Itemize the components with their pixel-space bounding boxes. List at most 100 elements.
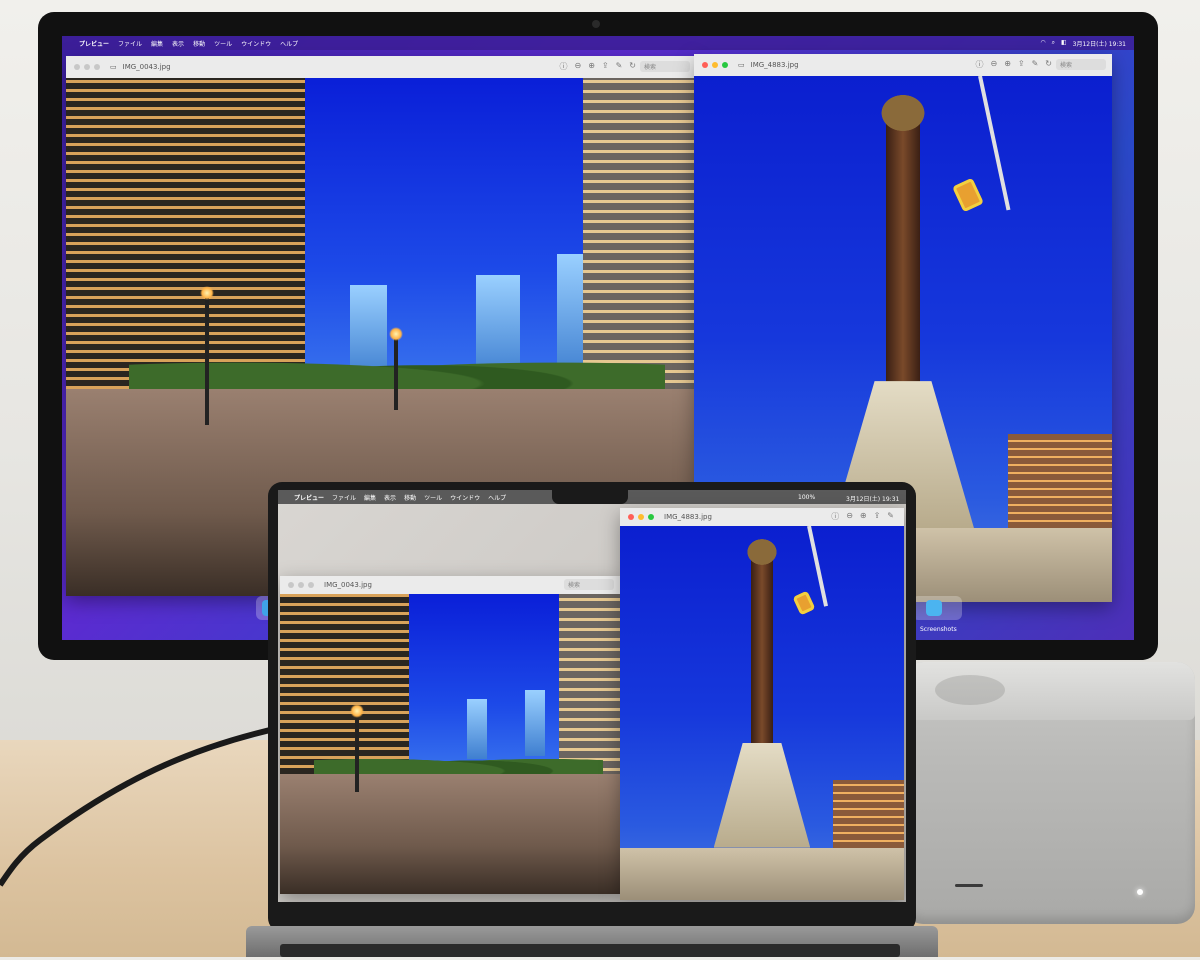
traffic-lights bbox=[702, 62, 728, 68]
menu-view[interactable]: 表示 bbox=[172, 39, 184, 48]
zoom-in-icon[interactable]: ⊕ bbox=[1004, 59, 1011, 70]
menu-help[interactable]: ヘルプ bbox=[488, 493, 506, 502]
info-icon[interactable]: ⓘ bbox=[831, 511, 839, 522]
column bbox=[750, 555, 774, 751]
column bbox=[886, 118, 920, 392]
menu-window[interactable]: ウインドウ bbox=[450, 493, 480, 502]
markup-icon[interactable]: ✎ bbox=[616, 61, 623, 72]
folder-icon[interactable] bbox=[926, 600, 942, 616]
search-placeholder: 検索 bbox=[568, 582, 581, 589]
statue bbox=[877, 91, 929, 134]
traffic-lights bbox=[74, 64, 100, 70]
close-button[interactable] bbox=[702, 62, 708, 68]
clock[interactable]: 3月12日(土) 19:31 bbox=[846, 494, 899, 503]
search-field[interactable]: 検索 bbox=[640, 61, 690, 72]
menu-preview[interactable]: プレビュー bbox=[294, 493, 324, 502]
menu-view[interactable]: 表示 bbox=[384, 493, 396, 502]
clock[interactable]: 3月12日(土) 19:31 bbox=[1073, 39, 1126, 48]
menu-file[interactable]: ファイル bbox=[332, 493, 356, 502]
menu-go[interactable]: 移動 bbox=[404, 493, 416, 502]
share-icon[interactable]: ⇪ bbox=[1018, 59, 1025, 70]
search-field[interactable]: 検索 bbox=[564, 579, 614, 590]
search-field[interactable]: 検索 bbox=[1056, 59, 1106, 70]
menu-edit[interactable]: 編集 bbox=[364, 493, 376, 502]
camera-icon bbox=[592, 20, 600, 28]
menu-window[interactable]: ウインドウ bbox=[241, 39, 271, 48]
power-led bbox=[1137, 889, 1143, 895]
battery-level[interactable]: 100% bbox=[798, 494, 815, 501]
minimize-button[interactable] bbox=[298, 582, 304, 588]
menu-file[interactable]: ファイル bbox=[118, 39, 142, 48]
menu-tools[interactable]: ツール bbox=[214, 39, 232, 48]
toolbar: ⓘ ⊖ ⊕ ⇪ ✎ bbox=[831, 511, 894, 522]
info-icon[interactable]: ⓘ bbox=[559, 61, 567, 72]
search-placeholder: 検索 bbox=[1060, 62, 1073, 69]
window-titlebar[interactable]: ▭ IMG_4883.jpg ⓘ ⊖ ⊕ ⇪ ✎ ↻ 検索 bbox=[694, 54, 1112, 77]
building-background bbox=[1007, 433, 1112, 529]
menu-bar: プレビュー ファイル 編集 表示 移動 ツール ウインドウ ヘルプ ◠ ⌕ ◧ … bbox=[62, 36, 1134, 50]
desktop-icon-label[interactable]: Screenshots bbox=[920, 626, 957, 633]
sidebar-icon[interactable]: ▭ bbox=[110, 63, 117, 71]
share-icon[interactable]: ⇪ bbox=[874, 511, 881, 522]
sd-slot bbox=[955, 884, 983, 887]
keyboard bbox=[280, 944, 900, 957]
dock-right bbox=[912, 596, 962, 620]
status-area: ◠ ⌕ ◧ 3月12日(土) 19:31 bbox=[1040, 39, 1126, 48]
building-background bbox=[833, 780, 904, 848]
plaza bbox=[620, 847, 904, 900]
sidebar-icon[interactable]: ▭ bbox=[738, 61, 745, 69]
statue-photo bbox=[620, 526, 904, 900]
toolbar: ⓘ ⊖ ⊕ ⇪ ✎ ↻ bbox=[559, 61, 636, 72]
menu-tools[interactable]: ツール bbox=[424, 493, 442, 502]
info-icon[interactable]: ⓘ bbox=[975, 59, 983, 70]
zoom-button[interactable] bbox=[94, 64, 100, 70]
share-icon[interactable]: ⇪ bbox=[602, 61, 609, 72]
zoom-button[interactable] bbox=[308, 582, 314, 588]
preview-window-street[interactable]: IMG_0043.jpg 検索 bbox=[280, 576, 620, 894]
rotate-icon[interactable]: ↻ bbox=[629, 61, 636, 72]
zoom-out-icon[interactable]: ⊖ bbox=[990, 59, 997, 70]
menu-preview[interactable]: プレビュー bbox=[79, 39, 109, 48]
menu-edit[interactable]: 編集 bbox=[151, 39, 163, 48]
zoom-button[interactable] bbox=[722, 62, 728, 68]
street-lamp bbox=[388, 327, 403, 410]
markup-icon[interactable]: ✎ bbox=[1032, 59, 1039, 70]
laptop-screen: プレビュー ファイル 編集 表示 移動 ツール ウインドウ ヘルプ 100% 3… bbox=[278, 490, 906, 902]
zoom-out-icon[interactable]: ⊖ bbox=[574, 61, 581, 72]
minimize-button[interactable] bbox=[84, 64, 90, 70]
traffic-lights bbox=[628, 514, 654, 520]
traffic-lights bbox=[288, 582, 314, 588]
window-titlebar[interactable]: ▭ IMG_0043.jpg ⓘ ⊖ ⊕ ⇪ ✎ ↻ 検索 bbox=[66, 56, 696, 79]
window-title: IMG_4883.jpg bbox=[664, 513, 712, 521]
menu-go[interactable]: 移動 bbox=[193, 39, 205, 48]
window-title: IMG_4883.jpg bbox=[750, 61, 799, 69]
zoom-button[interactable] bbox=[648, 514, 654, 520]
menu-help[interactable]: ヘルプ bbox=[280, 39, 298, 48]
minimize-button[interactable] bbox=[712, 62, 718, 68]
paved-street bbox=[280, 774, 620, 894]
zoom-out-icon[interactable]: ⊖ bbox=[846, 511, 853, 522]
street-lamp bbox=[349, 704, 364, 792]
street-lamp bbox=[199, 285, 214, 426]
window-title: IMG_0043.jpg bbox=[324, 581, 372, 589]
close-button[interactable] bbox=[74, 64, 80, 70]
zoom-in-icon[interactable]: ⊕ bbox=[860, 511, 867, 522]
zoom-in-icon[interactable]: ⊕ bbox=[588, 61, 595, 72]
markup-icon[interactable]: ✎ bbox=[887, 511, 894, 522]
minimize-button[interactable] bbox=[638, 514, 644, 520]
skyscraper bbox=[524, 690, 546, 756]
close-button[interactable] bbox=[288, 582, 294, 588]
window-title: IMG_0043.jpg bbox=[122, 63, 171, 71]
statue bbox=[744, 537, 780, 568]
toolbar: ⓘ ⊖ ⊕ ⇪ ✎ ↻ bbox=[975, 59, 1052, 70]
rotate-icon[interactable]: ↻ bbox=[1045, 59, 1052, 70]
search-icon[interactable]: ⌕ bbox=[1052, 39, 1055, 48]
search-placeholder: 検索 bbox=[644, 64, 657, 71]
wifi-icon[interactable]: ◠ bbox=[1040, 39, 1045, 48]
window-titlebar[interactable]: IMG_0043.jpg 検索 bbox=[280, 576, 620, 595]
close-button[interactable] bbox=[628, 514, 634, 520]
control-center-icon[interactable]: ◧ bbox=[1061, 39, 1067, 48]
preview-window-statue[interactable]: IMG_4883.jpg ⓘ ⊖ ⊕ ⇪ ✎ bbox=[620, 508, 904, 900]
window-titlebar[interactable]: IMG_4883.jpg ⓘ ⊖ ⊕ ⇪ ✎ bbox=[620, 508, 904, 527]
camera-notch bbox=[552, 490, 628, 504]
